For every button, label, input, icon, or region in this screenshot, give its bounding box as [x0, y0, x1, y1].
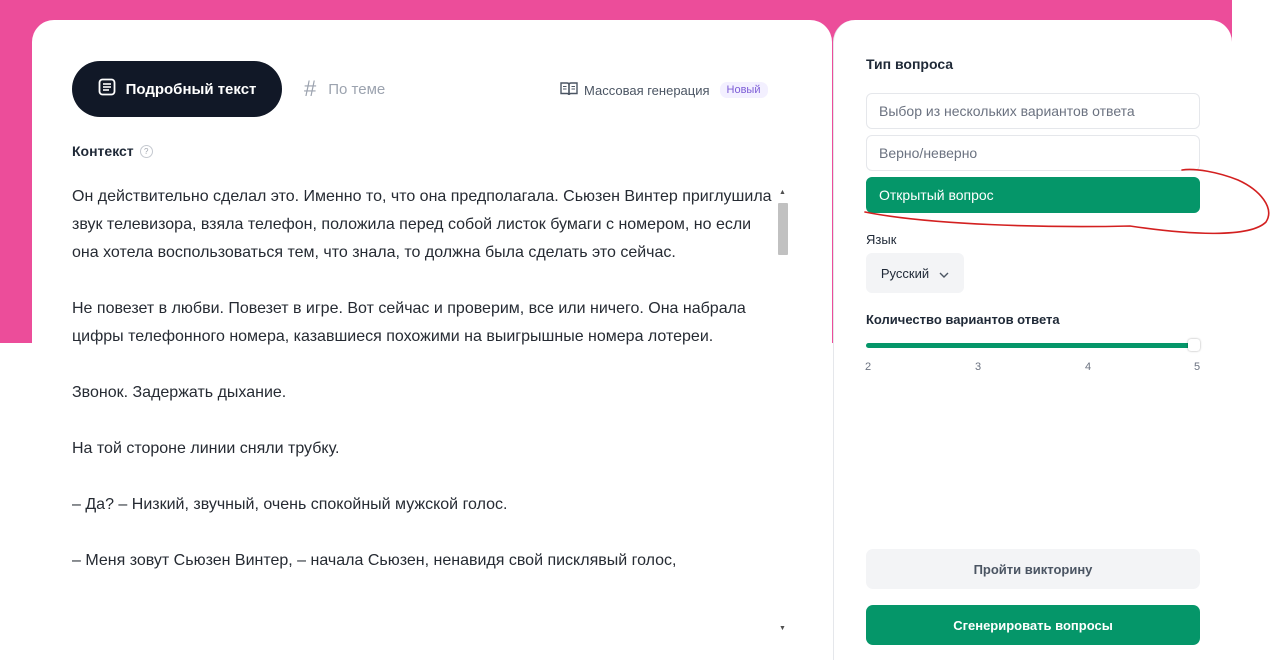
language-select[interactable]: Русский — [866, 253, 964, 293]
tab-detailed-text[interactable]: Подробный текст — [72, 61, 282, 117]
context-paragraph: На той стороне линии сняли трубку. — [72, 440, 340, 457]
slider-tick-label: 3 — [974, 361, 982, 373]
mass-generation-label: Массовая генерация — [584, 82, 710, 98]
context-paragraph: Он действительно сделал это. Именно то, … — [72, 188, 772, 261]
option-true-false[interactable]: Верно/неверно — [866, 135, 1200, 171]
document-list-icon — [98, 78, 116, 100]
scroll-down-arrow-icon[interactable]: ▼ — [779, 625, 786, 633]
hash-icon: # — [304, 76, 317, 101]
context-paragraph: Не повезет в любви. Повезет в игре. Вот … — [72, 300, 746, 345]
question-circle-icon[interactable]: ? — [139, 144, 153, 158]
slider-track-fill — [866, 343, 1196, 348]
context-textarea[interactable]: Он действительно сделал это. Именно то, … — [72, 183, 772, 643]
book-open-icon — [560, 81, 578, 100]
slider-tick-label: 5 — [1193, 361, 1201, 373]
context-scrollbar[interactable]: ▲ ▼ — [776, 185, 790, 633]
tab-label: По теме — [328, 80, 386, 98]
context-paragraph: Звонок. Задержать дыхание. — [72, 384, 287, 401]
page-margin — [1232, 0, 1270, 643]
option-label: Выбор из нескольких вариантов ответа — [879, 103, 1135, 119]
answer-count-label: Количество вариантов ответа — [866, 312, 1060, 327]
chevron-down-icon — [939, 266, 949, 281]
slider-tick-label: 2 — [864, 361, 872, 373]
context-label-text: Контекст — [72, 143, 134, 159]
generate-questions-button[interactable]: Сгенерировать вопросы — [866, 605, 1200, 645]
context-paragraph: – Меня зовут Сьюзен Винтер, – начала Сью… — [72, 552, 677, 569]
tab-by-topic[interactable]: # По теме — [304, 61, 414, 117]
slider-handle[interactable] — [1188, 339, 1200, 351]
context-paragraph: – Да? – Низкий, звучный, очень спокойный… — [72, 496, 508, 513]
text-input-panel: Подробный текст # По теме Массовая генер… — [32, 20, 832, 660]
option-multiple-choice[interactable]: Выбор из нескольких вариантов ответа — [866, 93, 1200, 129]
language-label: Язык — [866, 232, 897, 247]
tab-label: Подробный текст — [125, 80, 257, 98]
scrollbar-thumb[interactable] — [778, 203, 788, 255]
take-quiz-button[interactable]: Пройти викторину — [866, 549, 1200, 589]
new-badge: Новый — [719, 82, 768, 98]
settings-panel: Тип вопроса Выбор из нескольких варианто… — [833, 20, 1232, 660]
mass-generation-link[interactable]: Массовая генерация Новый — [560, 78, 768, 102]
option-label: Открытый вопрос — [879, 187, 994, 203]
context-label: Контекст ? — [72, 143, 153, 159]
scroll-up-arrow-icon[interactable]: ▲ — [779, 189, 786, 197]
answer-count-slider[interactable] — [866, 339, 1200, 352]
slider-tick-label: 4 — [1084, 361, 1092, 373]
option-label: Верно/неверно — [879, 145, 978, 161]
question-type-label: Тип вопроса — [866, 56, 954, 72]
language-value: Русский — [880, 265, 930, 281]
option-open-question[interactable]: Открытый вопрос — [866, 177, 1200, 213]
